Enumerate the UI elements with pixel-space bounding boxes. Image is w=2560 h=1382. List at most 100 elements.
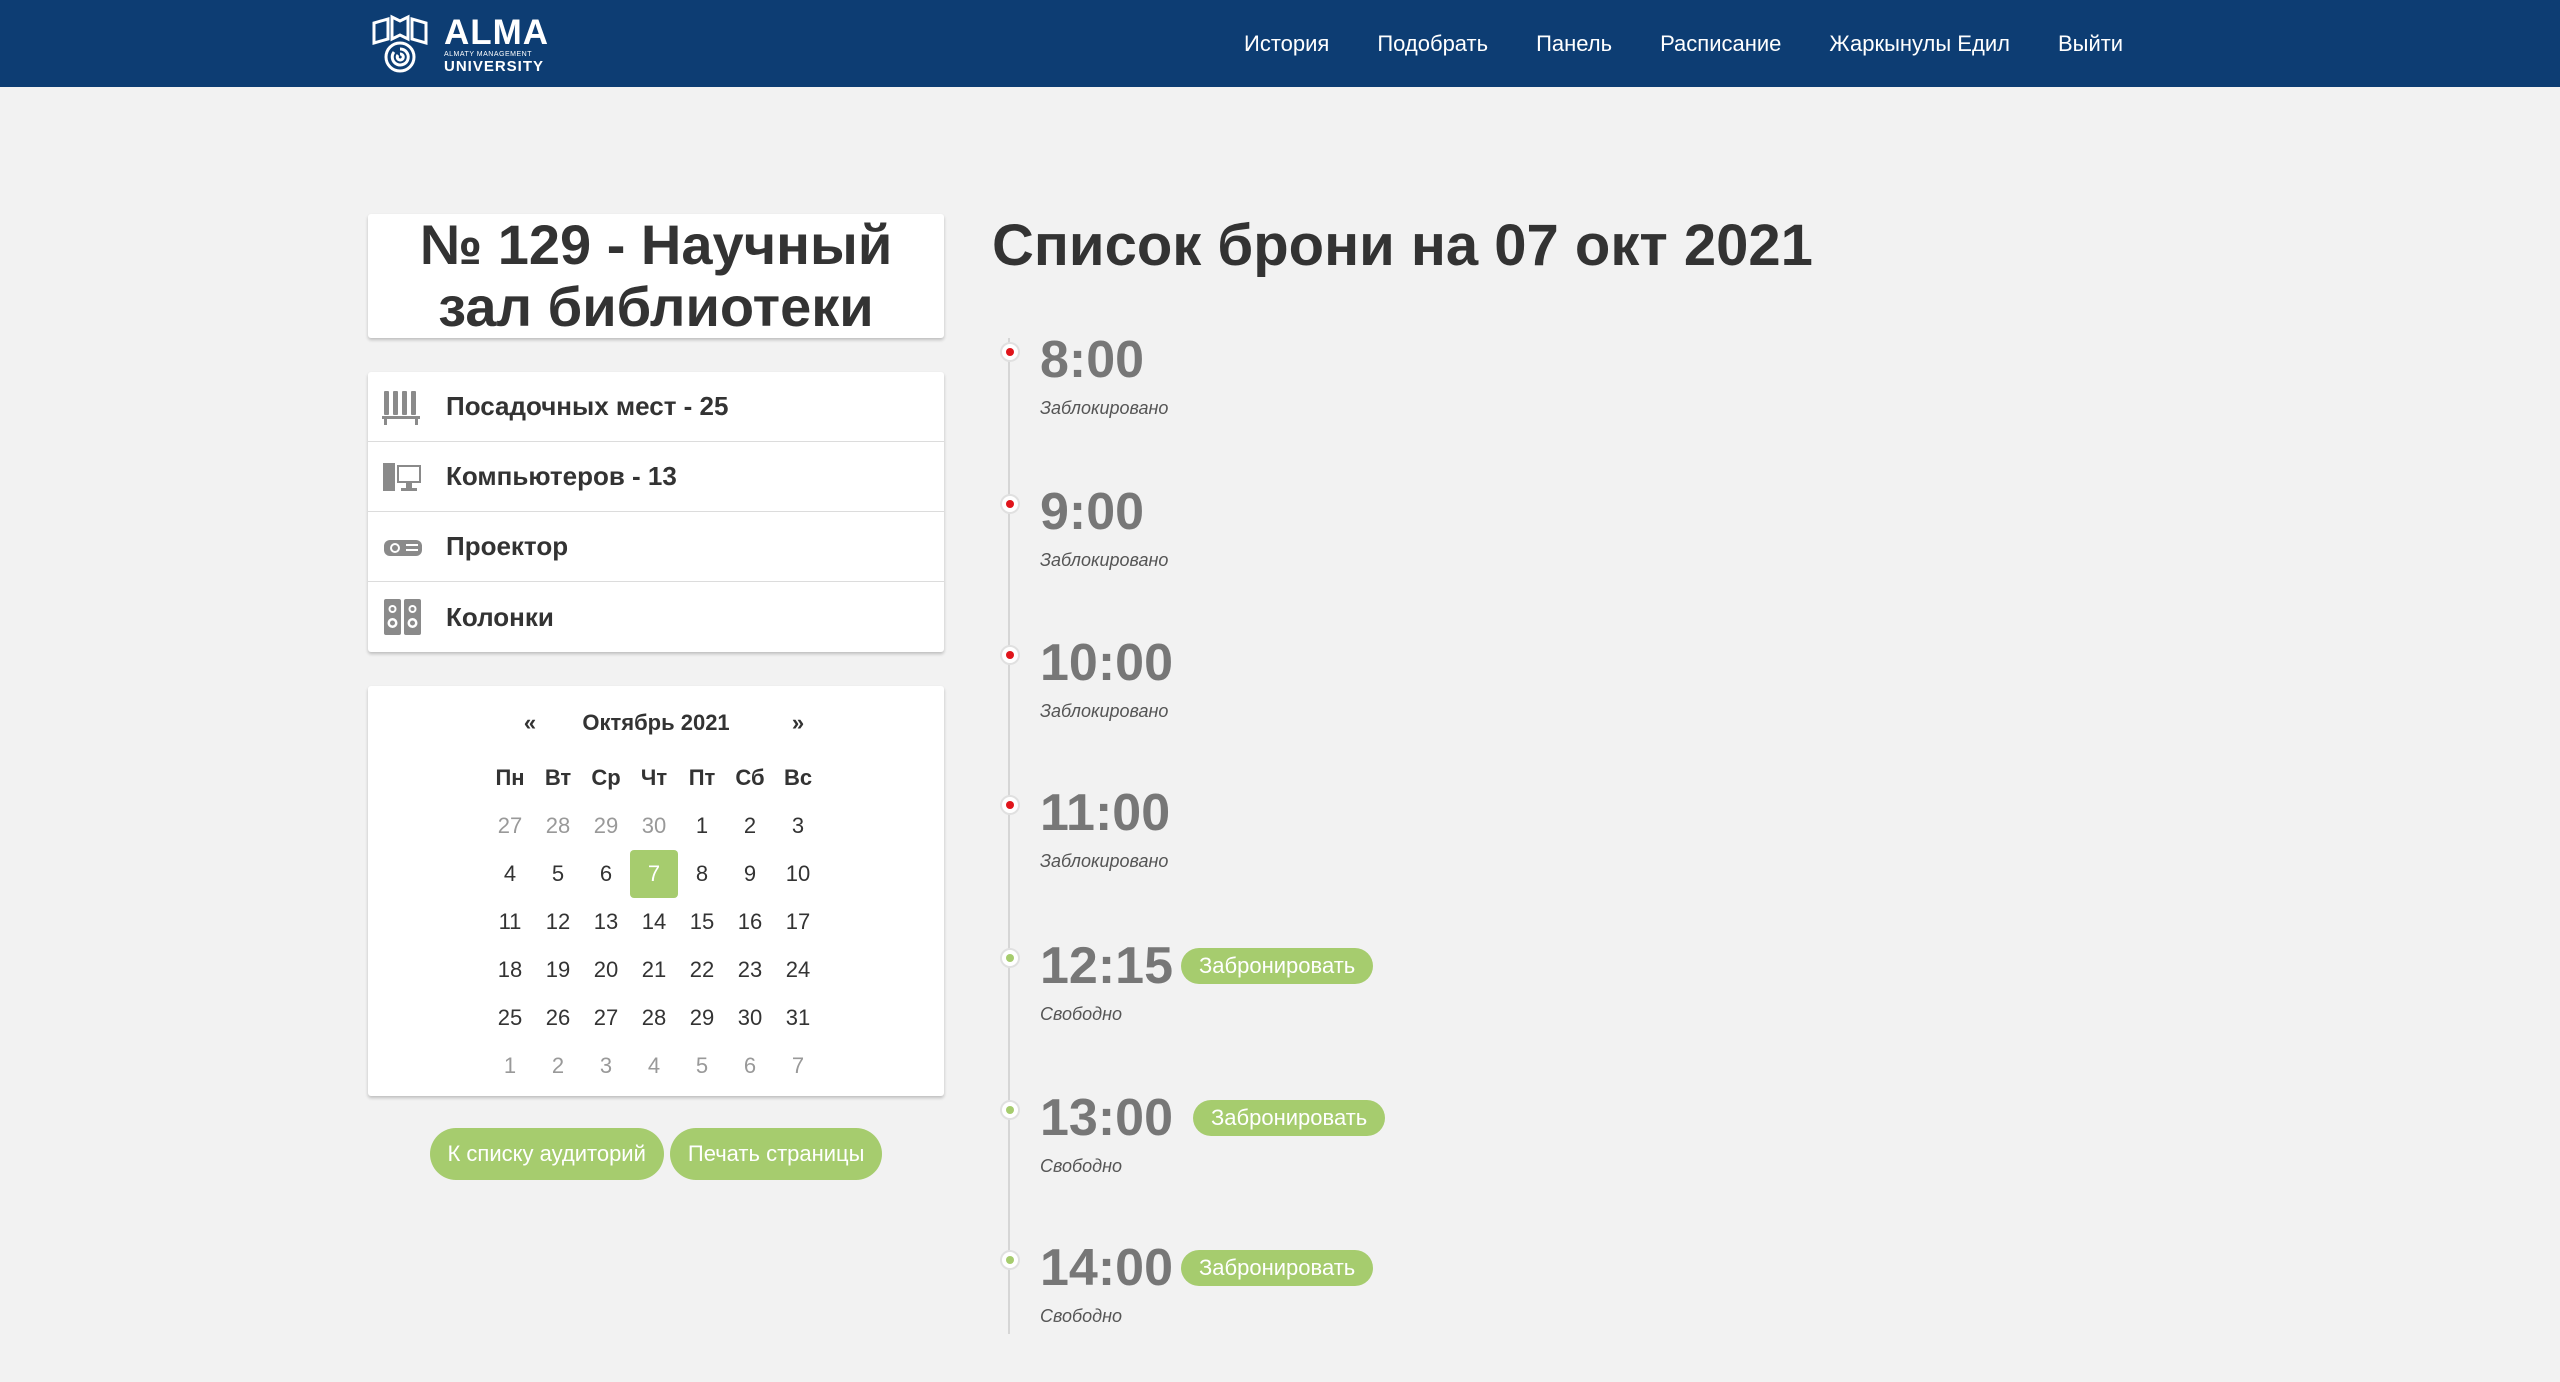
logo-name: ALMA <box>444 12 550 52</box>
calendar-day[interactable]: 25 <box>486 994 534 1042</box>
date-calendar: Октябрь 2021 « » Пн Вт Ср Чт Пт Сб Вс 27 28 29 30 1… <box>368 686 944 1096</box>
status-dot-free <box>1000 1100 1020 1120</box>
calendar-day[interactable]: 2 <box>534 1042 582 1090</box>
slot-time: 13:00 <box>1040 1089 1173 1147</box>
nav-item-schedule[interactable]: Расписание <box>1660 31 1781 57</box>
calendar-day[interactable]: 4 <box>630 1042 678 1090</box>
calendar-day[interactable]: 27 <box>486 802 534 850</box>
calendar-day[interactable]: 13 <box>582 898 630 946</box>
calendar-day[interactable]: 6 <box>726 1042 774 1090</box>
feature-speakers-label: Колонки <box>446 601 554 632</box>
calendar-day[interactable]: 16 <box>726 898 774 946</box>
calendar-day[interactable]: 24 <box>774 946 822 994</box>
book-button[interactable]: Забронировать <box>1181 948 1374 984</box>
calendar-weekday: Пт <box>688 765 716 790</box>
calendar-day[interactable]: 8 <box>678 850 726 898</box>
feature-projector: Проектор <box>368 512 944 582</box>
nav-item-select[interactable]: Подобрать <box>1377 31 1488 57</box>
calendar-day[interactable]: 11 <box>486 898 534 946</box>
top-navbar: ALMA ALMATY MANAGEMENT UNIVERSITY Истори… <box>0 0 2560 87</box>
status-dot-free <box>1000 1250 1020 1270</box>
calendar-weekday: Вт <box>544 765 572 790</box>
print-page-button[interactable]: Печать страницы <box>669 1128 883 1180</box>
schedule-title: Список брони на 07 окт 2021 <box>992 213 1813 278</box>
timeline-slot: 9:00 Заблокировано <box>992 486 1592 626</box>
calendar-day[interactable]: 23 <box>726 946 774 994</box>
nav-item-history[interactable]: История <box>1244 31 1329 57</box>
calendar-day[interactable]: 3 <box>582 1042 630 1090</box>
calendar-weekday: Вс <box>783 765 813 790</box>
calendar-day[interactable]: 27 <box>582 994 630 1042</box>
book-button[interactable]: Забронировать <box>1193 1100 1386 1136</box>
action-buttons: К списку аудиторий Печать страницы <box>368 1128 944 1180</box>
status-dot-blocked <box>1000 795 1020 815</box>
slot-time: 11:00 <box>1040 784 1171 842</box>
calendar-day[interactable]: 5 <box>678 1042 726 1090</box>
speakers-icon <box>384 599 421 635</box>
calendar-month-label[interactable]: Октябрь 2021 <box>368 710 944 736</box>
calendar-day[interactable]: 15 <box>678 898 726 946</box>
calendar-day[interactable]: 31 <box>774 994 822 1042</box>
calendar-day[interactable]: 30 <box>726 994 774 1042</box>
timeline-slot: 8:00 Заблокировано <box>992 334 1592 474</box>
calendar-day-selected[interactable]: 7 <box>630 850 678 898</box>
nav-menu: История Подобрать Панель Расписание Жарк… <box>1244 0 2123 87</box>
calendar-day[interactable]: 30 <box>630 802 678 850</box>
nav-item-logout[interactable]: Выйти <box>2058 31 2123 57</box>
back-to-list-button[interactable]: К списку аудиторий <box>429 1128 664 1180</box>
calendar-day[interactable]: 5 <box>534 850 582 898</box>
calendar-day[interactable]: 29 <box>582 802 630 850</box>
calendar-day[interactable]: 3 <box>774 802 822 850</box>
slot-status: Заблокировано <box>1040 398 1169 418</box>
calendar-day[interactable]: 29 <box>678 994 726 1042</box>
timeline-slot: 14:00 Свободно Забронировать <box>992 1242 1592 1382</box>
calendar-day[interactable]: 2 <box>726 802 774 850</box>
calendar-day[interactable]: 21 <box>630 946 678 994</box>
room-title-card: № 129 - Научный зал библиотеки <box>368 214 944 338</box>
calendar-day[interactable]: 20 <box>582 946 630 994</box>
calendar-day[interactable]: 19 <box>534 946 582 994</box>
calendar-prev-button[interactable]: « <box>510 710 550 736</box>
timeline-slot: 13:00 Свободно Забронировать <box>992 1092 1592 1232</box>
calendar-day[interactable]: 6 <box>582 850 630 898</box>
timeline-slot: 10:00 Заблокировано <box>992 637 1592 777</box>
logo-university: UNIVERSITY <box>444 57 545 75</box>
calendar-day[interactable]: 12 <box>534 898 582 946</box>
alma-logo[interactable]: ALMA ALMATY MANAGEMENT UNIVERSITY <box>368 13 558 75</box>
slot-time: 12:15 <box>1040 937 1173 995</box>
slot-status: Заблокировано <box>1040 851 1169 871</box>
calendar-day[interactable]: 17 <box>774 898 822 946</box>
calendar-day[interactable]: 18 <box>486 946 534 994</box>
timeline-slot: 12:15 Свободно Забронировать <box>992 940 1592 1080</box>
calendar-weekday: Пн <box>495 765 525 790</box>
calendar-day[interactable]: 28 <box>534 802 582 850</box>
calendar-day[interactable]: 9 <box>726 850 774 898</box>
nav-item-panel[interactable]: Панель <box>1536 31 1612 57</box>
calendar-day[interactable]: 1 <box>678 802 726 850</box>
slot-time: 14:00 <box>1040 1239 1173 1297</box>
status-dot-blocked <box>1000 494 1020 514</box>
timeline-slot: 11:00 Заблокировано <box>992 787 1592 927</box>
calendar-day[interactable]: 28 <box>630 994 678 1042</box>
slot-time: 8:00 <box>1040 331 1145 389</box>
calendar-header: Октябрь 2021 « » <box>368 710 944 750</box>
calendar-day[interactable]: 14 <box>630 898 678 946</box>
projector-icon <box>384 539 422 556</box>
calendar-next-button[interactable]: » <box>778 710 818 736</box>
feature-computers-label: Компьютеров - 13 <box>446 461 677 491</box>
slot-status: Свободно <box>1040 1306 1123 1326</box>
calendar-day[interactable]: 4 <box>486 850 534 898</box>
calendar-day[interactable]: 7 <box>774 1042 822 1090</box>
calendar-weekday: Сб <box>735 765 765 790</box>
computer-icon <box>383 462 421 491</box>
nav-item-user[interactable]: Жаркынулы Едил <box>1829 31 2010 57</box>
feature-projector-label: Проектор <box>446 531 569 561</box>
slot-time: 10:00 <box>1040 634 1173 692</box>
calendar-day[interactable]: 26 <box>534 994 582 1042</box>
calendar-grid: Пн Вт Ср Чт Пт Сб Вс 27 28 29 30 1 2 3 4 5 6 7 8 9 10 11 12 13 1… <box>486 754 822 1090</box>
calendar-day[interactable]: 1 <box>486 1042 534 1090</box>
status-dot-free <box>1000 948 1020 968</box>
calendar-day[interactable]: 10 <box>774 850 822 898</box>
book-button[interactable]: Забронировать <box>1181 1250 1374 1286</box>
calendar-day[interactable]: 22 <box>678 946 726 994</box>
